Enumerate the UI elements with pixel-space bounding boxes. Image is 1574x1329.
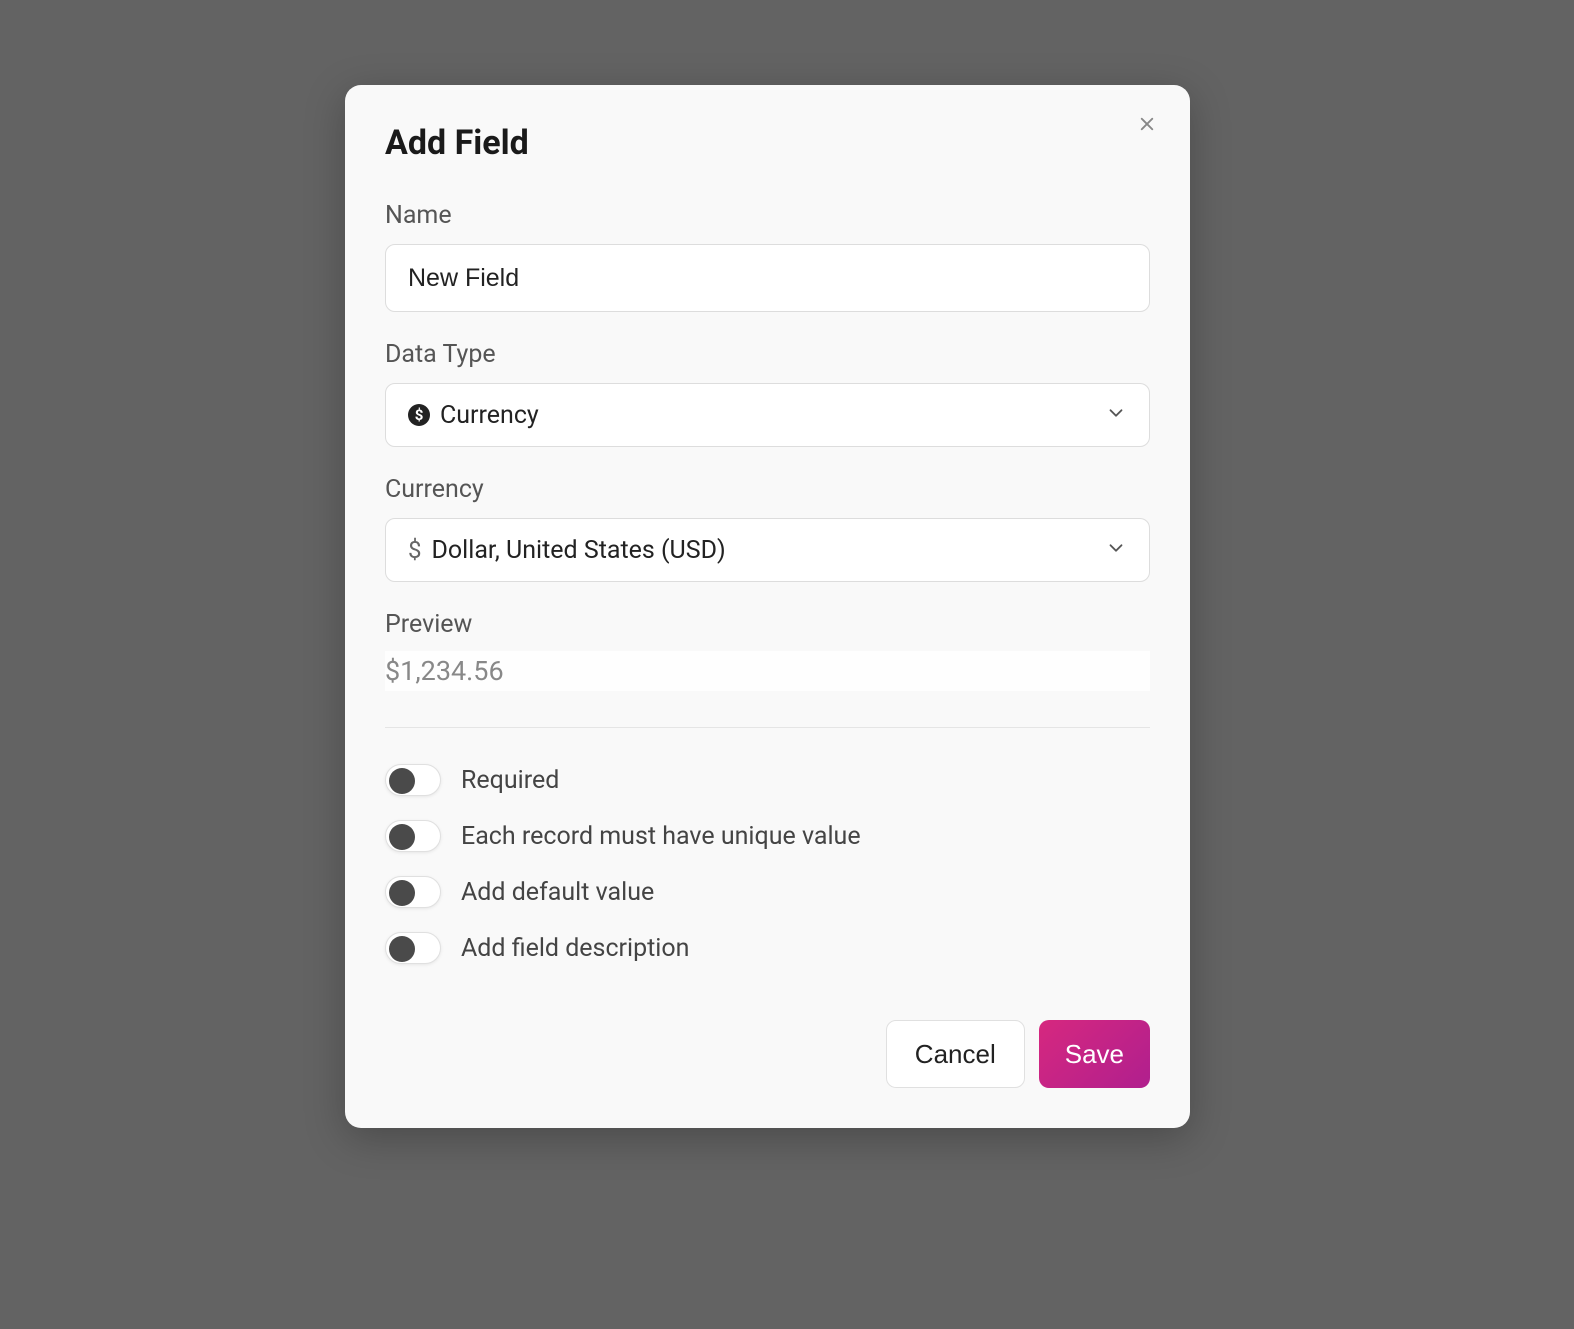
preview-label: Preview	[385, 610, 1150, 639]
currency-select[interactable]: $ Dollar, United States (USD)	[385, 518, 1150, 582]
name-field-group: Name	[385, 201, 1150, 312]
unique-toggle[interactable]	[385, 820, 441, 852]
toggle-knob	[389, 768, 415, 794]
unique-toggle-label: Each record must have unique value	[461, 822, 861, 851]
default-value-toggle-label: Add default value	[461, 878, 654, 907]
default-value-toggle[interactable]	[385, 876, 441, 908]
datatype-select[interactable]: $ Currency	[385, 383, 1150, 447]
toggle-knob	[389, 824, 415, 850]
datatype-label: Data Type	[385, 340, 1150, 369]
name-label: Name	[385, 201, 1150, 230]
toggle-knob	[389, 936, 415, 962]
add-field-modal: Add Field Name Data Type $ Currency	[345, 85, 1190, 1128]
datatype-field-group: Data Type $ Currency	[385, 340, 1150, 447]
currency-label: Currency	[385, 475, 1150, 504]
currency-field-group: Currency $ Dollar, United States (USD)	[385, 475, 1150, 582]
datatype-value: Currency	[440, 401, 1105, 430]
modal-header: Add Field	[385, 123, 1150, 163]
chevron-down-icon	[1105, 537, 1127, 563]
description-toggle[interactable]	[385, 932, 441, 964]
toggle-knob	[389, 880, 415, 906]
close-button[interactable]	[1134, 111, 1160, 140]
save-button[interactable]: Save	[1039, 1020, 1150, 1088]
cancel-button[interactable]: Cancel	[886, 1020, 1025, 1088]
description-toggle-label: Add field description	[461, 934, 689, 963]
toggle-list: Required Each record must have unique va…	[385, 764, 1150, 964]
modal-title: Add Field	[385, 123, 529, 163]
toggle-row-unique: Each record must have unique value	[385, 820, 1150, 852]
preview-value: $1,234.56	[385, 651, 1150, 691]
preview-section: Preview $1,234.56	[385, 610, 1150, 691]
currency-value: Dollar, United States (USD)	[432, 536, 1106, 565]
required-toggle-label: Required	[461, 766, 559, 795]
modal-footer: Cancel Save	[385, 1020, 1150, 1088]
toggle-row-description: Add field description	[385, 932, 1150, 964]
toggle-row-default: Add default value	[385, 876, 1150, 908]
divider	[385, 727, 1150, 728]
currency-type-icon: $	[408, 404, 430, 426]
required-toggle[interactable]	[385, 764, 441, 796]
toggle-row-required: Required	[385, 764, 1150, 796]
name-input[interactable]	[385, 244, 1150, 312]
chevron-down-icon	[1105, 402, 1127, 428]
dollar-icon: $	[408, 536, 422, 564]
close-icon	[1138, 121, 1156, 136]
